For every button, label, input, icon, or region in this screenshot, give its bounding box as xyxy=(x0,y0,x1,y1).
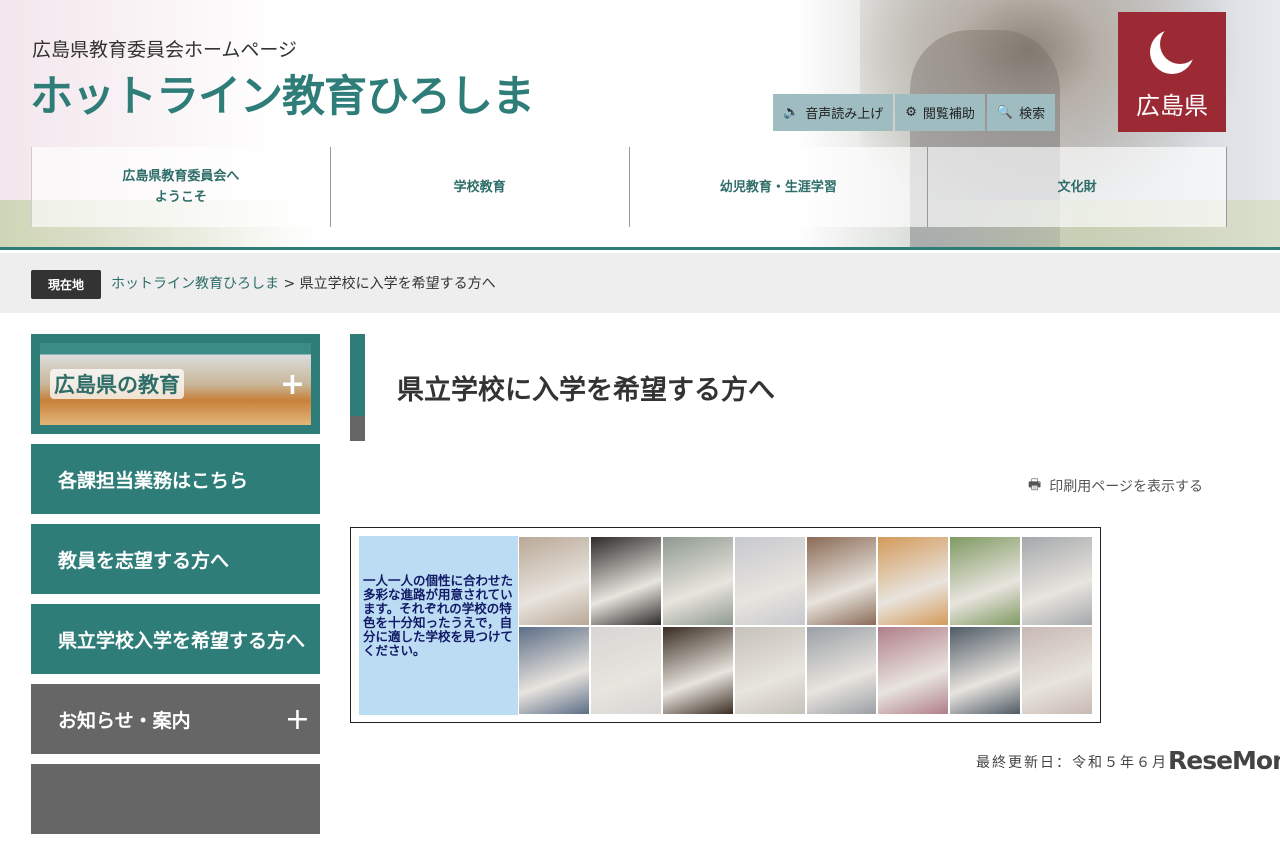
nav-label: 広島県教育委員会へ xyxy=(122,169,240,184)
nav-label: 文化財 xyxy=(1057,179,1097,195)
search-icon: 🔍 xyxy=(996,105,1014,120)
breadcrumb-home-link[interactable]: ホットライン教育ひろしま xyxy=(111,276,279,292)
school-photo xyxy=(518,625,590,715)
hiroshima-pref-logo[interactable]: 広島県 xyxy=(1118,12,1226,132)
watermark-logo: ReseMom xyxy=(1168,746,1280,775)
nav-label: 学校教育 xyxy=(453,179,506,195)
nav-label: 幼児教育・生涯学習 xyxy=(719,179,837,195)
site-subtitle: 広島県教育委員会ホームページ xyxy=(32,39,298,61)
school-photo xyxy=(877,625,950,715)
sidebar-item-label: 教員を志望する方へ xyxy=(58,549,230,572)
page-title-block: 県立学校に入学を希望する方へ xyxy=(350,334,1250,441)
school-photo xyxy=(805,536,878,626)
school-banner-image: 一人一人の個性に合わせた多彩な進路が用意されています。それぞれの学校の特色を十分… xyxy=(350,527,1101,723)
pref-name: 広島県 xyxy=(1136,92,1208,120)
gear-icon: ⚙ xyxy=(905,105,917,120)
nav-early-lifelong[interactable]: 幼児教育・生涯学習 xyxy=(629,147,929,227)
school-photo xyxy=(805,625,878,715)
print-label: 印刷用ページを表示する xyxy=(1049,479,1203,495)
sidebar-item-teacher-applicants[interactable]: 教員を志望する方へ xyxy=(31,524,320,594)
sidebar-edu-label: 広島県の教育 xyxy=(50,369,184,399)
banner-text: 一人一人の個性に合わせた多彩な進路が用意されています。それぞれの学校の特色を十分… xyxy=(359,536,518,715)
school-photo xyxy=(589,625,662,715)
accessibility-label: 閲覧補助 xyxy=(922,107,975,122)
sidebar-item-more[interactable] xyxy=(31,764,320,834)
site-logo[interactable]: ホットライン教育ひろしま xyxy=(30,62,535,124)
global-nav: 広島県教育委員会へ ようこそ 学校教育 幼児教育・生涯学習 文化財 xyxy=(31,147,1227,227)
sidebar-item-school-admission[interactable]: 県立学校入学を希望する方へ xyxy=(31,604,320,674)
school-photo xyxy=(589,536,662,626)
breadcrumb: 現在地 ホットライン教育ひろしま > 県立学校に入学を希望する方へ xyxy=(0,253,1280,313)
search-button[interactable]: 🔍 検索 xyxy=(986,94,1056,131)
photo-grid xyxy=(518,536,1093,715)
school-photo xyxy=(949,536,1022,626)
sidebar: 広島県の教育 + 各課担当業務はこちら 教員を志望する方へ 県立学校入学を希望する… xyxy=(31,334,320,844)
school-photo xyxy=(518,536,590,626)
sidebar-item-notices[interactable]: お知らせ・案内 + xyxy=(31,684,320,754)
accessibility-button[interactable]: ⚙ 閲覧補助 xyxy=(895,94,985,131)
sidebar-hiroshima-education[interactable]: 広島県の教育 + xyxy=(31,334,320,434)
nav-label: ようこそ xyxy=(154,190,207,205)
printer-icon: 🖶 xyxy=(1028,477,1042,493)
print-page-link[interactable]: 🖶 印刷用ページを表示する xyxy=(1028,474,1203,498)
sidebar-item-label: 県立学校入学を希望する方へ xyxy=(58,629,306,652)
nav-cultural-assets[interactable]: 文化財 xyxy=(928,147,1227,227)
school-photo xyxy=(661,536,734,626)
school-photo xyxy=(1021,536,1093,626)
nav-school-education[interactable]: 学校教育 xyxy=(330,147,630,227)
speaker-icon: 🔈 xyxy=(783,105,800,120)
school-photo xyxy=(661,625,734,715)
breadcrumb-label: 現在地 xyxy=(31,270,101,299)
sidebar-item-label: お知らせ・案内 xyxy=(58,709,191,732)
read-aloud-label: 音声読み上げ xyxy=(805,107,884,122)
page-title: 県立学校に入学を希望する方へ xyxy=(397,375,775,406)
school-photo xyxy=(733,536,806,626)
read-aloud-button[interactable]: 🔈 音声読み上げ xyxy=(773,94,894,131)
breadcrumb-current: 県立学校に入学を希望する方へ xyxy=(299,276,496,292)
plus-icon: + xyxy=(279,366,305,402)
sidebar-item-departments[interactable]: 各課担当業務はこちら xyxy=(31,444,320,514)
breadcrumb-separator: > xyxy=(283,276,296,292)
crescent-icon xyxy=(1150,24,1200,74)
school-photo xyxy=(733,625,806,715)
breadcrumb-path: ホットライン教育ひろしま > 県立学校に入学を希望する方へ xyxy=(111,273,496,293)
search-label: 検索 xyxy=(1019,107,1046,122)
school-photo xyxy=(877,536,950,626)
sidebar-item-label: 各課担当業務はこちら xyxy=(58,469,249,492)
last-updated: 最終更新日：令和５年６月 xyxy=(976,755,1168,771)
header-tools: 🔈 音声読み上げ ⚙ 閲覧補助 🔍 検索 xyxy=(773,94,1056,131)
school-photo xyxy=(949,625,1022,715)
site-header: 広島県教育委員会ホームページ ホットライン教育ひろしま 🔈 音声読み上げ ⚙ 閲覧補… xyxy=(0,0,1280,250)
nav-welcome[interactable]: 広島県教育委員会へ ようこそ xyxy=(31,147,331,227)
school-photo xyxy=(1021,625,1093,715)
plus-icon: + xyxy=(284,701,310,737)
